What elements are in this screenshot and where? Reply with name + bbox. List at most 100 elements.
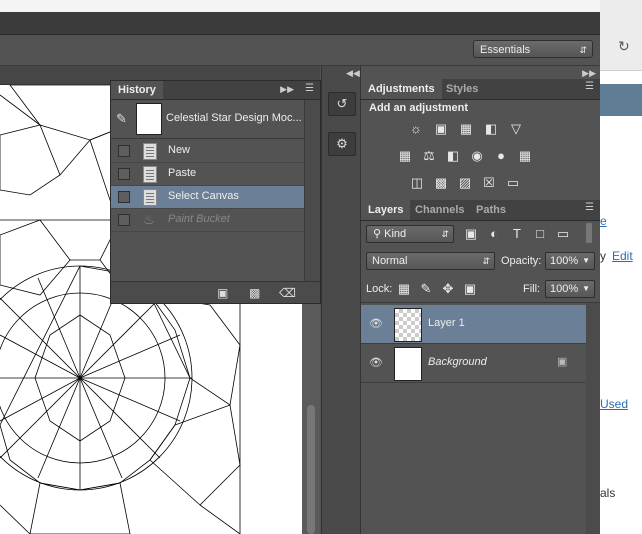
levels-icon[interactable]: ▣ [433, 122, 449, 136]
history-item-selected[interactable]: Select Canvas [111, 186, 304, 209]
opacity-value: 100% [550, 255, 579, 267]
eye-visibility-icon[interactable]: 👁 [369, 356, 383, 369]
scrollbar-thumb[interactable] [307, 405, 315, 534]
used-link[interactable]: Used [600, 397, 628, 411]
nav-text[interactable]: How [616, 176, 642, 191]
layers-scrollbar[interactable] [586, 303, 600, 534]
document-state-icon [143, 166, 157, 183]
hue-saturation-icon[interactable]: ▦ [397, 149, 413, 163]
brightness-contrast-icon[interactable]: ☼ [408, 122, 424, 136]
collapsed-panel-strip: ◀◀ ↺ ⚙ [321, 66, 361, 534]
history-brush-source-checkbox[interactable] [118, 168, 130, 180]
tab-styles[interactable]: Styles [439, 79, 485, 99]
filter-type-icon[interactable]: T [509, 227, 525, 241]
tab-adjustments[interactable]: Adjustments [361, 79, 442, 99]
tab-channels[interactable]: Channels [408, 200, 472, 220]
threshold-icon[interactable]: ▨ [457, 176, 473, 190]
reload-icon[interactable]: ↻ [618, 38, 630, 55]
layer-row-background[interactable]: 👁 Background ▣ [361, 344, 586, 383]
history-scrollbar[interactable] [304, 100, 320, 282]
gradient-map-icon[interactable]: ▭ [505, 176, 521, 190]
right-panel-dock: ▶▶ Adjustments Styles ☰ Add an adjustmen… [361, 66, 600, 534]
snapshot-label: Celestial Star Design Moc... [166, 112, 302, 124]
opacity-field[interactable]: 100% ▼ [545, 252, 595, 270]
history-panel: History ▶▶ ☰ ✎ Celestial Star Design Moc… [110, 80, 321, 304]
history-panel-icon[interactable]: ↺ [328, 92, 356, 116]
new-document-from-state-icon[interactable]: ▣ [217, 286, 228, 300]
color-balance-icon[interactable]: ⚖ [421, 149, 437, 163]
filter-adjustment-icon[interactable]: ◐ [486, 227, 502, 241]
tab-history[interactable]: History [111, 81, 163, 99]
curves-icon[interactable]: ▦ [458, 122, 474, 136]
tab-layers[interactable]: Layers [361, 200, 411, 220]
filter-kind-select[interactable]: ⚲ Kind ⇵ [366, 225, 454, 243]
browser-nav-bar: How [600, 84, 642, 191]
history-item-label: New [168, 144, 191, 156]
expand-arrows-icon[interactable]: ▶▶ [280, 84, 294, 95]
trash-icon[interactable]: ⌫ [279, 286, 296, 300]
fill-value: 100% [550, 283, 579, 295]
history-panel-header: History ▶▶ ☰ [111, 81, 320, 100]
panel-menu-icon[interactable]: ☰ [305, 83, 314, 94]
history-snapshot-row[interactable]: ✎ Celestial Star Design Moc... [111, 100, 304, 139]
history-brush-source-checkbox[interactable] [118, 145, 130, 157]
lock-paint-brush-icon[interactable]: ✎ [418, 282, 434, 296]
collapse-arrows-icon[interactable]: ◀◀ [346, 68, 360, 79]
layer-name: Layer 1 [428, 317, 465, 329]
history-brush-source-checkbox[interactable] [118, 214, 130, 226]
chevron-down-icon: ▼ [582, 256, 590, 265]
expand-arrows-icon[interactable]: ▶▶ [582, 68, 596, 79]
posterize-icon[interactable]: ▩ [433, 176, 449, 190]
history-brush-icon[interactable]: ✎ [116, 111, 127, 127]
history-brush-source-checkbox[interactable] [118, 191, 130, 203]
history-item[interactable]: New [111, 140, 304, 163]
color-lookup-icon[interactable]: ▦ [517, 149, 533, 163]
adjustments-panel-header: Adjustments Styles ☰ [361, 79, 600, 100]
tab-paths[interactable]: Paths [469, 200, 513, 220]
filter-pixel-icon[interactable]: ▣ [463, 227, 479, 241]
filter-smart-object-icon[interactable]: ▭ [555, 227, 571, 241]
search-icon: ⚲ [373, 228, 382, 240]
window-titlebar [0, 12, 600, 35]
channel-mixer-icon[interactable]: ● [493, 149, 509, 163]
document-state-icon [143, 143, 157, 160]
filter-shape-icon[interactable]: □ [532, 227, 548, 241]
fill-field[interactable]: 100% ▼ [545, 280, 595, 298]
layer-row-layer-1[interactable]: 👁 Layer 1 [361, 305, 586, 344]
history-item-dimmed[interactable]: ♨ Paint Bucket [111, 209, 304, 232]
blend-mode-select[interactable]: Normal ⇵ [366, 252, 495, 270]
lock-position-move-icon[interactable]: ✥ [440, 282, 456, 296]
workspace-select[interactable]: Essentials ⇵ [473, 40, 593, 58]
background-browser-window: ↻ How e y Edit Used als [600, 0, 642, 534]
properties-panel-icon[interactable]: ⚙ [328, 132, 356, 156]
filter-kind-label: Kind [384, 228, 407, 240]
link-fragment-e[interactable]: e [600, 214, 607, 228]
black-white-icon[interactable]: ◧ [445, 149, 461, 163]
browser-toolbar: ↻ [600, 0, 642, 71]
eye-visibility-icon[interactable]: 👁 [369, 317, 383, 330]
exposure-icon[interactable]: ◧ [483, 122, 499, 136]
photo-filter-icon[interactable]: ◉ [469, 149, 485, 163]
invert-icon[interactable]: ◫ [409, 176, 425, 190]
lock-all-icon[interactable]: ▣ [462, 282, 478, 296]
layer-name: Background [428, 356, 487, 368]
blend-mode-label: Normal [372, 255, 408, 267]
divider [361, 302, 600, 303]
panel-menu-icon[interactable]: ☰ [585, 202, 594, 213]
snapshot-thumbnail [136, 103, 162, 135]
history-footer: ▣ ▩ ⌫ [111, 281, 320, 303]
history-item[interactable]: Paste [111, 163, 304, 186]
lock-transparency-icon[interactable]: ▦ [396, 282, 412, 296]
history-item-label: Paint Bucket [168, 213, 230, 225]
chevron-down-icon: ▼ [582, 284, 590, 293]
layers-panel-header: Layers Channels Paths ☰ [361, 200, 600, 221]
camera-snapshot-icon[interactable]: ▩ [249, 286, 260, 300]
layer-thumbnail [394, 308, 422, 342]
updown-arrows-icon: ⇵ [482, 256, 490, 266]
layer-thumbnail [394, 347, 422, 381]
selective-color-icon[interactable]: ☒ [481, 176, 497, 190]
edit-link[interactable]: Edit [612, 249, 633, 263]
filter-toggle[interactable] [586, 223, 592, 243]
vibrance-icon[interactable]: ▽ [508, 122, 524, 136]
panel-menu-icon[interactable]: ☰ [585, 81, 594, 92]
